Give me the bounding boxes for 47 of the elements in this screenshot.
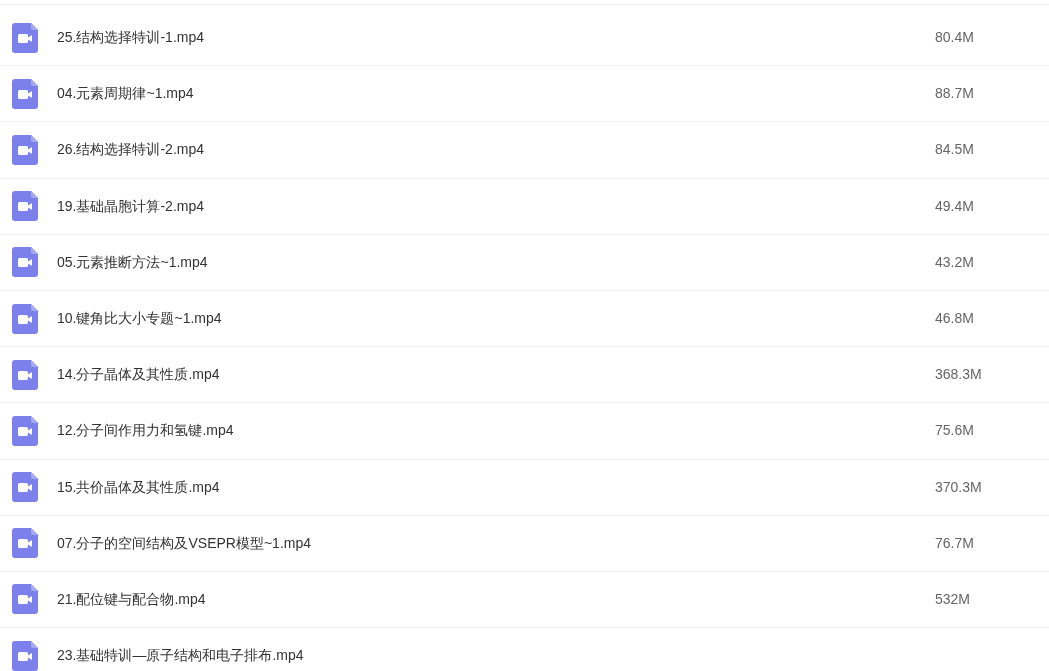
file-size: 368.3M — [935, 365, 982, 385]
file-name: 07.分子的空间结构及VSEPR模型~1.mp4 — [57, 533, 312, 553]
file-name: 23.基础特训—原子结构和电子排布.mp4 — [57, 646, 305, 666]
file-row[interactable]: 14.分子晶体及其性质.mp4 368.3M — [0, 347, 1049, 404]
video-file-icon — [12, 78, 38, 109]
file-name: 15.共价晶体及其性质.mp4 — [57, 477, 221, 497]
video-file-icon — [12, 303, 38, 334]
file-row[interactable]: 10.键角比大小专题~1.mp4 46.8M — [0, 290, 1049, 348]
file-row[interactable]: 25.结构选择特训-1.mp4 80.4M — [0, 10, 1049, 67]
video-file-icon — [12, 359, 38, 390]
file-size: 84.5M — [935, 140, 974, 160]
file-row[interactable]: 21.配位键与配合物.mp4 532M — [0, 571, 1049, 629]
video-file-icon — [12, 22, 38, 53]
file-name: 25.结构选择特训-1.mp4 — [57, 28, 206, 48]
file-size: 43.2M — [935, 252, 974, 272]
file-name: 26.结构选择特训-2.mp4 — [57, 140, 206, 160]
file-name: 10.键角比大小专题~1.mp4 — [57, 309, 223, 329]
file-row[interactable]: 26.结构选择特训-2.mp4 84.5M — [0, 122, 1049, 179]
file-row[interactable]: 23.基础特训—原子结构和电子排布.mp4 — [0, 628, 1049, 671]
file-name: 05.元素推断方法~1.mp4 — [57, 252, 209, 272]
file-name: 14.分子晶体及其性质.mp4 — [57, 365, 221, 385]
file-row[interactable]: 19.基础晶胞计算-2.mp4 49.4M — [0, 178, 1049, 235]
file-row[interactable]: 05.元素推断方法~1.mp4 43.2M — [0, 234, 1049, 291]
file-size: 49.4M — [935, 196, 974, 216]
video-file-icon — [12, 472, 38, 503]
file-row[interactable]: 12.分子间作用力和氢键.mp4 75.6M — [0, 403, 1049, 460]
file-name: 19.基础晶胞计算-2.mp4 — [57, 196, 206, 216]
file-size: 75.6M — [935, 421, 974, 441]
video-file-icon — [12, 247, 38, 278]
video-file-icon — [12, 134, 38, 165]
file-size: 370.3M — [935, 477, 982, 497]
file-size: 88.7M — [935, 84, 974, 104]
video-file-icon — [12, 640, 38, 671]
video-file-icon — [12, 191, 38, 222]
video-file-icon — [12, 584, 38, 615]
file-name: 21.配位键与配合物.mp4 — [57, 589, 207, 609]
file-size: 80.4M — [935, 28, 974, 48]
file-size: 532M — [935, 589, 971, 609]
file-row[interactable]: 07.分子的空间结构及VSEPR模型~1.mp4 76.7M — [0, 515, 1049, 572]
file-name: 04.元素周期律~1.mp4 — [57, 84, 195, 104]
file-name: 12.分子间作用力和氢键.mp4 — [57, 421, 235, 441]
file-row[interactable]: 04.元素周期律~1.mp4 88.7M — [0, 66, 1049, 123]
file-size: 76.7M — [935, 533, 974, 553]
video-file-icon — [12, 415, 38, 446]
file-row[interactable]: 15.共价晶体及其性质.mp4 370.3M — [0, 459, 1049, 516]
file-size: 46.8M — [935, 309, 974, 329]
video-file-icon — [12, 528, 38, 559]
